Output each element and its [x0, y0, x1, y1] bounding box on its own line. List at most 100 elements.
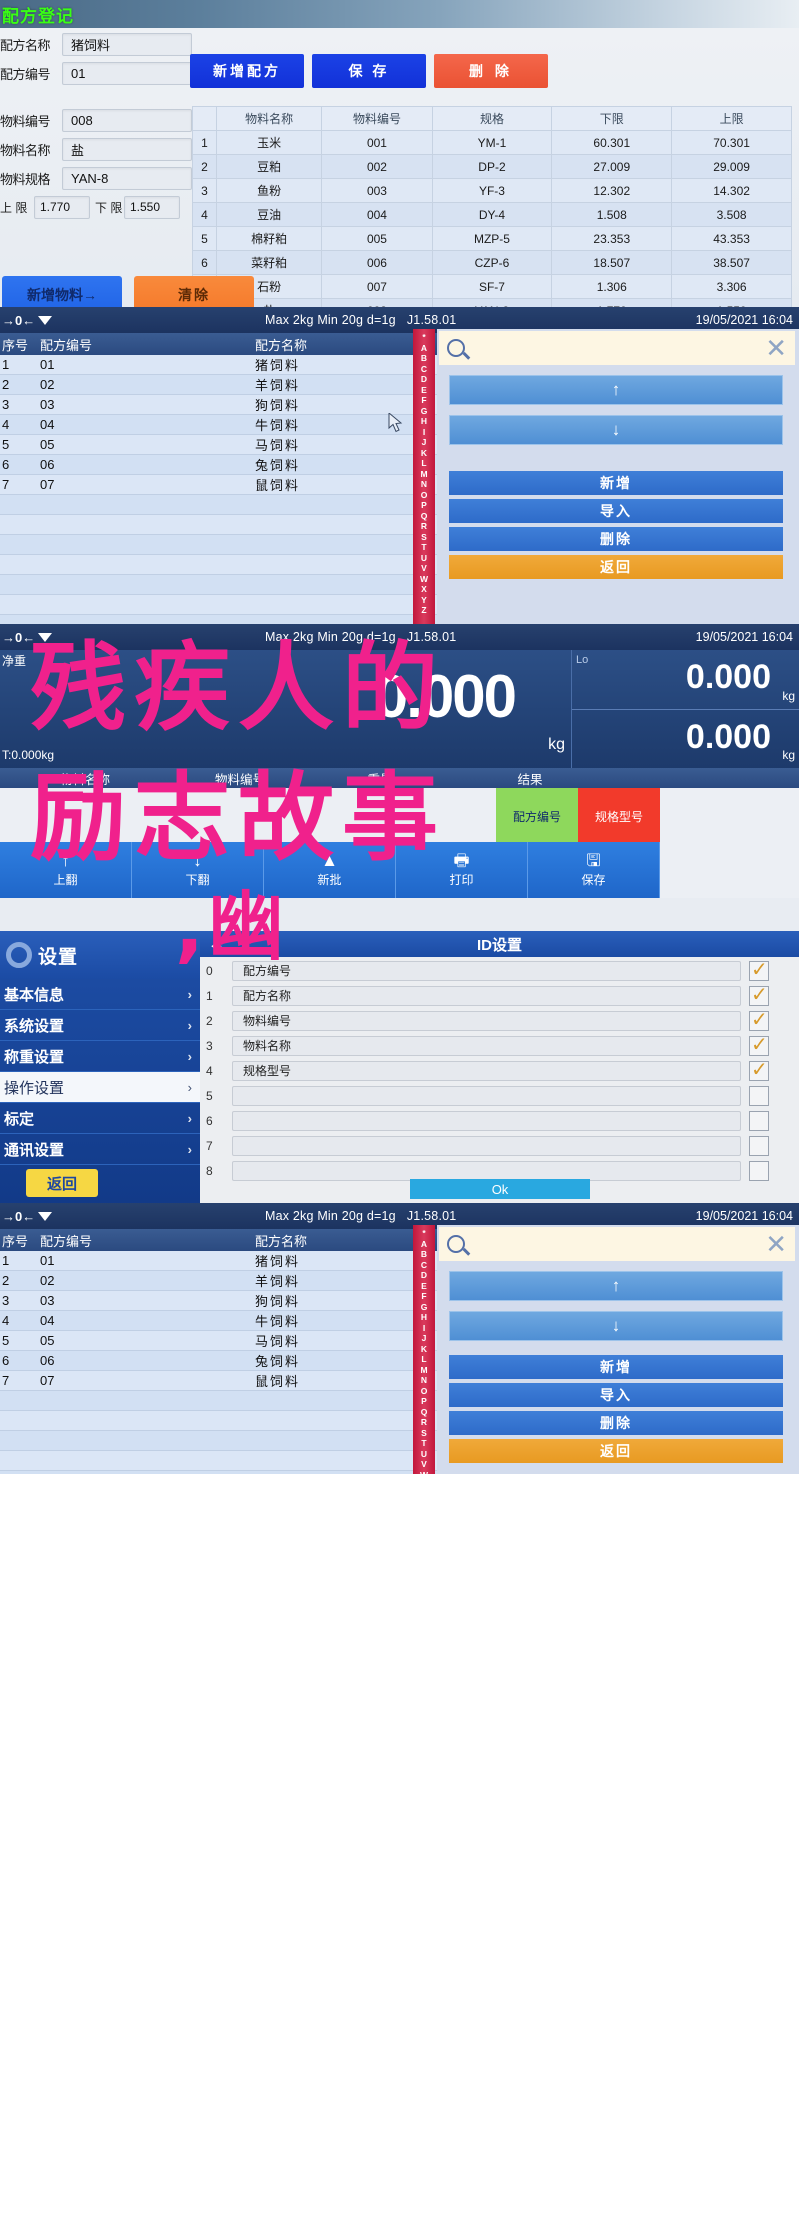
alphabet-index-letter[interactable]: N: [421, 479, 427, 490]
alphabet-index-letter[interactable]: L: [421, 1354, 426, 1365]
alphabet-index-letter[interactable]: M: [420, 469, 427, 480]
alphabet-index-letter[interactable]: C: [421, 364, 427, 375]
save-button[interactable]: 🖫 保存: [528, 842, 660, 898]
recipe-code-tab[interactable]: 配方编号: [496, 788, 578, 844]
material-code-input[interactable]: 008: [62, 108, 192, 132]
id-field-input[interactable]: [232, 1135, 741, 1156]
table-row[interactable]: 6 菜籽粕 006 CZP-6 18.507 38.507: [192, 250, 792, 275]
alphabet-index-letter[interactable]: C: [421, 1260, 427, 1271]
alphabet-index-letter[interactable]: G: [421, 406, 428, 417]
table-row[interactable]: 5 棉籽粕 005 MZP-5 23.353 43.353: [192, 226, 792, 251]
search-bar[interactable]: ✕: [439, 331, 795, 365]
id-field-checkbox[interactable]: [749, 1160, 769, 1181]
material-name-input[interactable]: 盐: [62, 137, 192, 161]
scroll-down-button-2[interactable]: ↓: [449, 1311, 783, 1341]
alphabet-index-letter[interactable]: M: [420, 1365, 427, 1376]
id-field-checkbox[interactable]: [749, 1007, 769, 1032]
alphabet-index-letter[interactable]: N: [421, 1375, 427, 1386]
sidebar-back-button[interactable]: 返回: [26, 1169, 98, 1197]
id-field-checkbox[interactable]: [749, 1135, 769, 1156]
alphabet-index-letter[interactable]: Y: [421, 595, 427, 606]
alphabet-index-letter[interactable]: E: [421, 385, 427, 396]
add-button-2[interactable]: 新增: [449, 1355, 783, 1379]
delete-button-2[interactable]: 删除: [449, 1411, 783, 1435]
alphabet-index-letter[interactable]: O: [421, 490, 428, 501]
alphabet-index-letter[interactable]: B: [421, 353, 427, 364]
sidebar-item-基本信息[interactable]: 基本信息 ›: [0, 979, 200, 1010]
material-spec-input[interactable]: YAN-8: [62, 166, 192, 190]
delete-button[interactable]: 删除: [449, 527, 783, 551]
alphabet-index-letter[interactable]: G: [421, 1302, 428, 1313]
alphabet-index-letter[interactable]: K: [421, 448, 427, 459]
sidebar-item-系统设置[interactable]: 系统设置 ›: [0, 1010, 200, 1041]
alphabet-index-strip-2[interactable]: *ABCDEFGHIJKLMNOPQRSTUVWXYZ: [413, 1225, 435, 1474]
alphabet-index-letter[interactable]: W: [420, 574, 428, 585]
scroll-down-button[interactable]: ↓: [449, 415, 783, 445]
alphabet-index-letter[interactable]: Q: [421, 1407, 428, 1418]
close-icon[interactable]: ✕: [765, 1231, 787, 1257]
alphabet-index-letter[interactable]: H: [421, 416, 427, 427]
back-button[interactable]: 返回: [449, 555, 783, 579]
alphabet-index-letter[interactable]: U: [421, 553, 427, 564]
id-field-input[interactable]: [232, 1160, 741, 1181]
id-field-checkbox[interactable]: [749, 1085, 769, 1106]
alphabet-index-letter[interactable]: R: [421, 521, 427, 532]
add-recipe-button[interactable]: 新增配方: [190, 54, 304, 88]
alphabet-index-letter[interactable]: D: [421, 374, 427, 385]
sidebar-item-通讯设置[interactable]: 通讯设置 ›: [0, 1134, 200, 1165]
delete-button[interactable]: 删 除: [434, 54, 548, 88]
alphabet-index-letter[interactable]: D: [421, 1270, 427, 1281]
sidebar-item-操作设置[interactable]: 操作设置 ›: [0, 1072, 200, 1103]
ok-button[interactable]: Ok: [410, 1179, 590, 1199]
alphabet-index-letter[interactable]: Z: [421, 605, 426, 616]
alphabet-index-letter[interactable]: B: [421, 1249, 427, 1260]
alphabet-index-letter[interactable]: T: [421, 542, 426, 553]
alphabet-index-letter[interactable]: J: [422, 437, 427, 448]
id-field-checkbox[interactable]: [749, 982, 769, 1007]
alphabet-index-letter[interactable]: I: [423, 1323, 425, 1334]
table-row[interactable]: 7石粉007SF-71.3063.306: [192, 274, 792, 299]
print-button[interactable]: 🖶 打印: [396, 842, 528, 898]
recipe-name-input[interactable]: 猪饲料: [62, 32, 192, 56]
id-field-input[interactable]: 规格型号: [232, 1060, 741, 1081]
alphabet-index-letter[interactable]: L: [421, 458, 426, 469]
search-bar-2[interactable]: ✕: [439, 1227, 795, 1261]
alphabet-index-letter[interactable]: I: [423, 427, 425, 438]
id-field-input[interactable]: 物料名称: [232, 1035, 741, 1056]
lower-limit-input[interactable]: 1.550: [124, 195, 180, 219]
page-up-button[interactable]: ↑ 上翻: [0, 842, 132, 898]
alphabet-index-strip[interactable]: * A B C D E F G H I J K L M N O P Q R S T U V W X Y Z: [413, 329, 435, 624]
import-button[interactable]: 导入: [449, 499, 783, 523]
alphabet-index-letter[interactable]: F: [421, 395, 426, 406]
sidebar-item-标定[interactable]: 标定 ›: [0, 1103, 200, 1134]
alphabet-index-letter[interactable]: U: [421, 1449, 427, 1460]
id-field-input[interactable]: [232, 1085, 741, 1106]
alphabet-index-letter[interactable]: H: [421, 1312, 427, 1323]
alphabet-index-letter[interactable]: Q: [421, 511, 428, 522]
id-field-checkbox[interactable]: [749, 957, 769, 982]
alphabet-index-letter[interactable]: P: [421, 1396, 427, 1407]
alphabet-index-letter[interactable]: X: [421, 584, 427, 595]
alphabet-index-letter[interactable]: F: [421, 1291, 426, 1302]
table-row[interactable]: 2 豆粕 002 DP-2 27.009 29.009: [192, 154, 792, 179]
save-button[interactable]: 保 存: [312, 54, 426, 88]
alphabet-index-letter[interactable]: K: [421, 1344, 427, 1355]
table-row[interactable]: 1 玉米 001 YM-1 60.301 70.301: [192, 130, 792, 155]
alphabet-index-letter[interactable]: E: [421, 1281, 427, 1292]
spec-model-tab[interactable]: 规格型号: [578, 788, 660, 844]
add-material-button[interactable]: 新增物料→: [2, 276, 122, 307]
id-field-checkbox[interactable]: [749, 1032, 769, 1057]
import-button-2[interactable]: 导入: [449, 1383, 783, 1407]
id-field-input[interactable]: [232, 1110, 741, 1131]
alphabet-index-letter[interactable]: V: [421, 1459, 427, 1470]
alphabet-index-letter[interactable]: S: [421, 532, 427, 543]
alphabet-index-letter[interactable]: A: [421, 343, 427, 354]
add-button[interactable]: 新增: [449, 471, 783, 495]
id-field-input[interactable]: 配方名称: [232, 985, 741, 1006]
close-icon[interactable]: ✕: [765, 335, 787, 361]
alphabet-index-letter[interactable]: A: [421, 1239, 427, 1250]
alphabet-index-letter[interactable]: *: [422, 332, 425, 343]
alphabet-index-letter[interactable]: V: [421, 563, 427, 574]
alphabet-index-letter[interactable]: S: [421, 1428, 427, 1439]
alphabet-index-letter[interactable]: R: [421, 1417, 427, 1428]
